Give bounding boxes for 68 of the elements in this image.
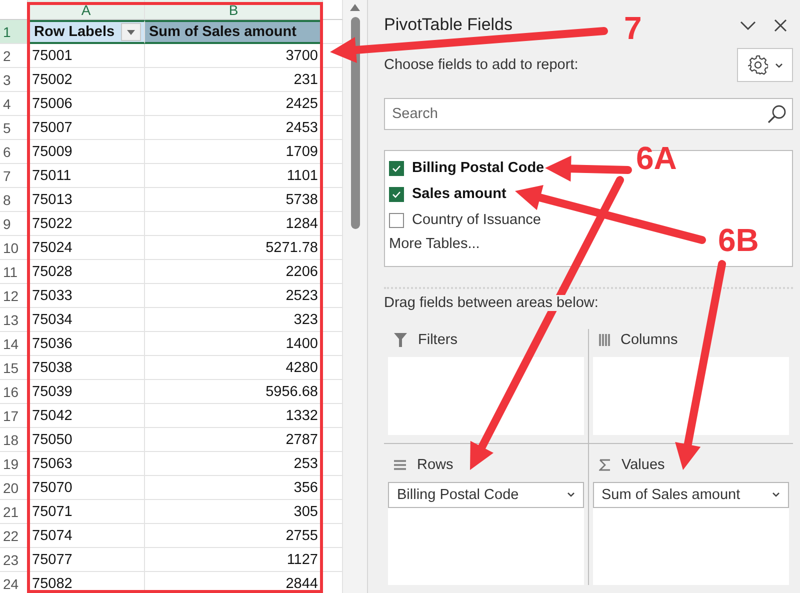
table-cell: 75022 — [28, 212, 145, 236]
caret-icon — [772, 492, 780, 497]
field-label[interactable]: Billing Postal Code — [412, 160, 544, 176]
table-cell: 75042 — [28, 404, 145, 428]
area-title: Rows — [417, 456, 454, 472]
close-icon[interactable] — [774, 18, 787, 32]
instruction-text: Choose fields to add to report: — [384, 57, 578, 73]
table-cell: 75077 — [28, 548, 145, 572]
search-field[interactable]: Search — [384, 98, 793, 130]
columns-icon — [598, 334, 610, 346]
table-cell: 75074 — [28, 524, 145, 548]
more-tables-link[interactable]: More Tables... — [389, 236, 480, 252]
drop-area[interactable]: Sum of Sales amount — [592, 482, 789, 585]
area-title: Columns — [620, 332, 678, 348]
drop-area[interactable] — [592, 357, 789, 434]
table-cell: 75007 — [28, 116, 145, 140]
caret-icon — [774, 62, 782, 68]
table-cell: 75038 — [28, 356, 145, 380]
chevron-down-icon[interactable] — [740, 20, 756, 30]
table-cell: 75002 — [28, 68, 145, 92]
pivot-header-cell: Sum of Sales amount — [145, 20, 323, 44]
filter-dropdown-button[interactable] — [121, 23, 141, 41]
sigma-icon — [598, 458, 610, 470]
funnel-icon — [394, 333, 407, 347]
table-cell: 75036 — [28, 332, 145, 356]
field-dropdown[interactable]: Billing Postal Code — [388, 482, 584, 508]
scroll-up-icon[interactable] — [350, 4, 360, 11]
check-icon — [392, 190, 401, 198]
caret-icon — [566, 492, 574, 497]
table-cell: 75050 — [28, 428, 145, 452]
annotation-label: 6A — [636, 142, 677, 174]
table-cell: 75024 — [28, 236, 145, 260]
check-icon — [392, 164, 401, 172]
table-cell: 75033 — [28, 284, 145, 308]
table-cell: 75006 — [28, 92, 145, 116]
field-label[interactable]: Sales amount — [412, 186, 506, 202]
annotation-label: 6B — [718, 224, 759, 256]
settings-button[interactable] — [737, 48, 793, 82]
area-title: Values — [622, 456, 665, 472]
instruction-text: Drag fields between areas below: — [384, 295, 598, 311]
scrollbar-thumb[interactable] — [350, 17, 360, 229]
rows-icon — [394, 460, 406, 470]
field-label[interactable]: Country of Issuance — [412, 212, 541, 228]
table-cell: 75009 — [28, 140, 145, 164]
field-dropdown[interactable]: Sum of Sales amount — [592, 482, 789, 508]
drop-area[interactable] — [388, 357, 584, 434]
corner-cell[interactable] — [0, 0, 28, 20]
header-label: Row Labels — [34, 24, 115, 40]
checkbox[interactable] — [389, 212, 404, 228]
search-icon — [767, 104, 787, 124]
table-cell: 75011 — [28, 164, 145, 188]
table-cell: 75071 — [28, 500, 145, 524]
row-header[interactable]: 1 — [0, 20, 28, 44]
annotation-label: 7 — [624, 12, 642, 44]
pane-title: PivotTable Fields — [384, 15, 513, 35]
drop-area[interactable]: Billing Postal Code — [388, 482, 584, 585]
table-cell: 75034 — [28, 308, 145, 332]
table-cell: 75063 — [28, 452, 145, 476]
checkbox[interactable] — [389, 160, 404, 176]
checkbox[interactable] — [389, 186, 404, 202]
caret-icon — [127, 30, 135, 34]
table-cell: 75001 — [28, 44, 145, 68]
table-cell: 75028 — [28, 260, 145, 284]
area-title: Filters — [418, 332, 458, 348]
table-cell: 75013 — [28, 188, 145, 212]
table-cell: 75070 — [28, 476, 145, 500]
settings-icon — [748, 55, 768, 75]
table-cell: 75039 — [28, 380, 145, 404]
